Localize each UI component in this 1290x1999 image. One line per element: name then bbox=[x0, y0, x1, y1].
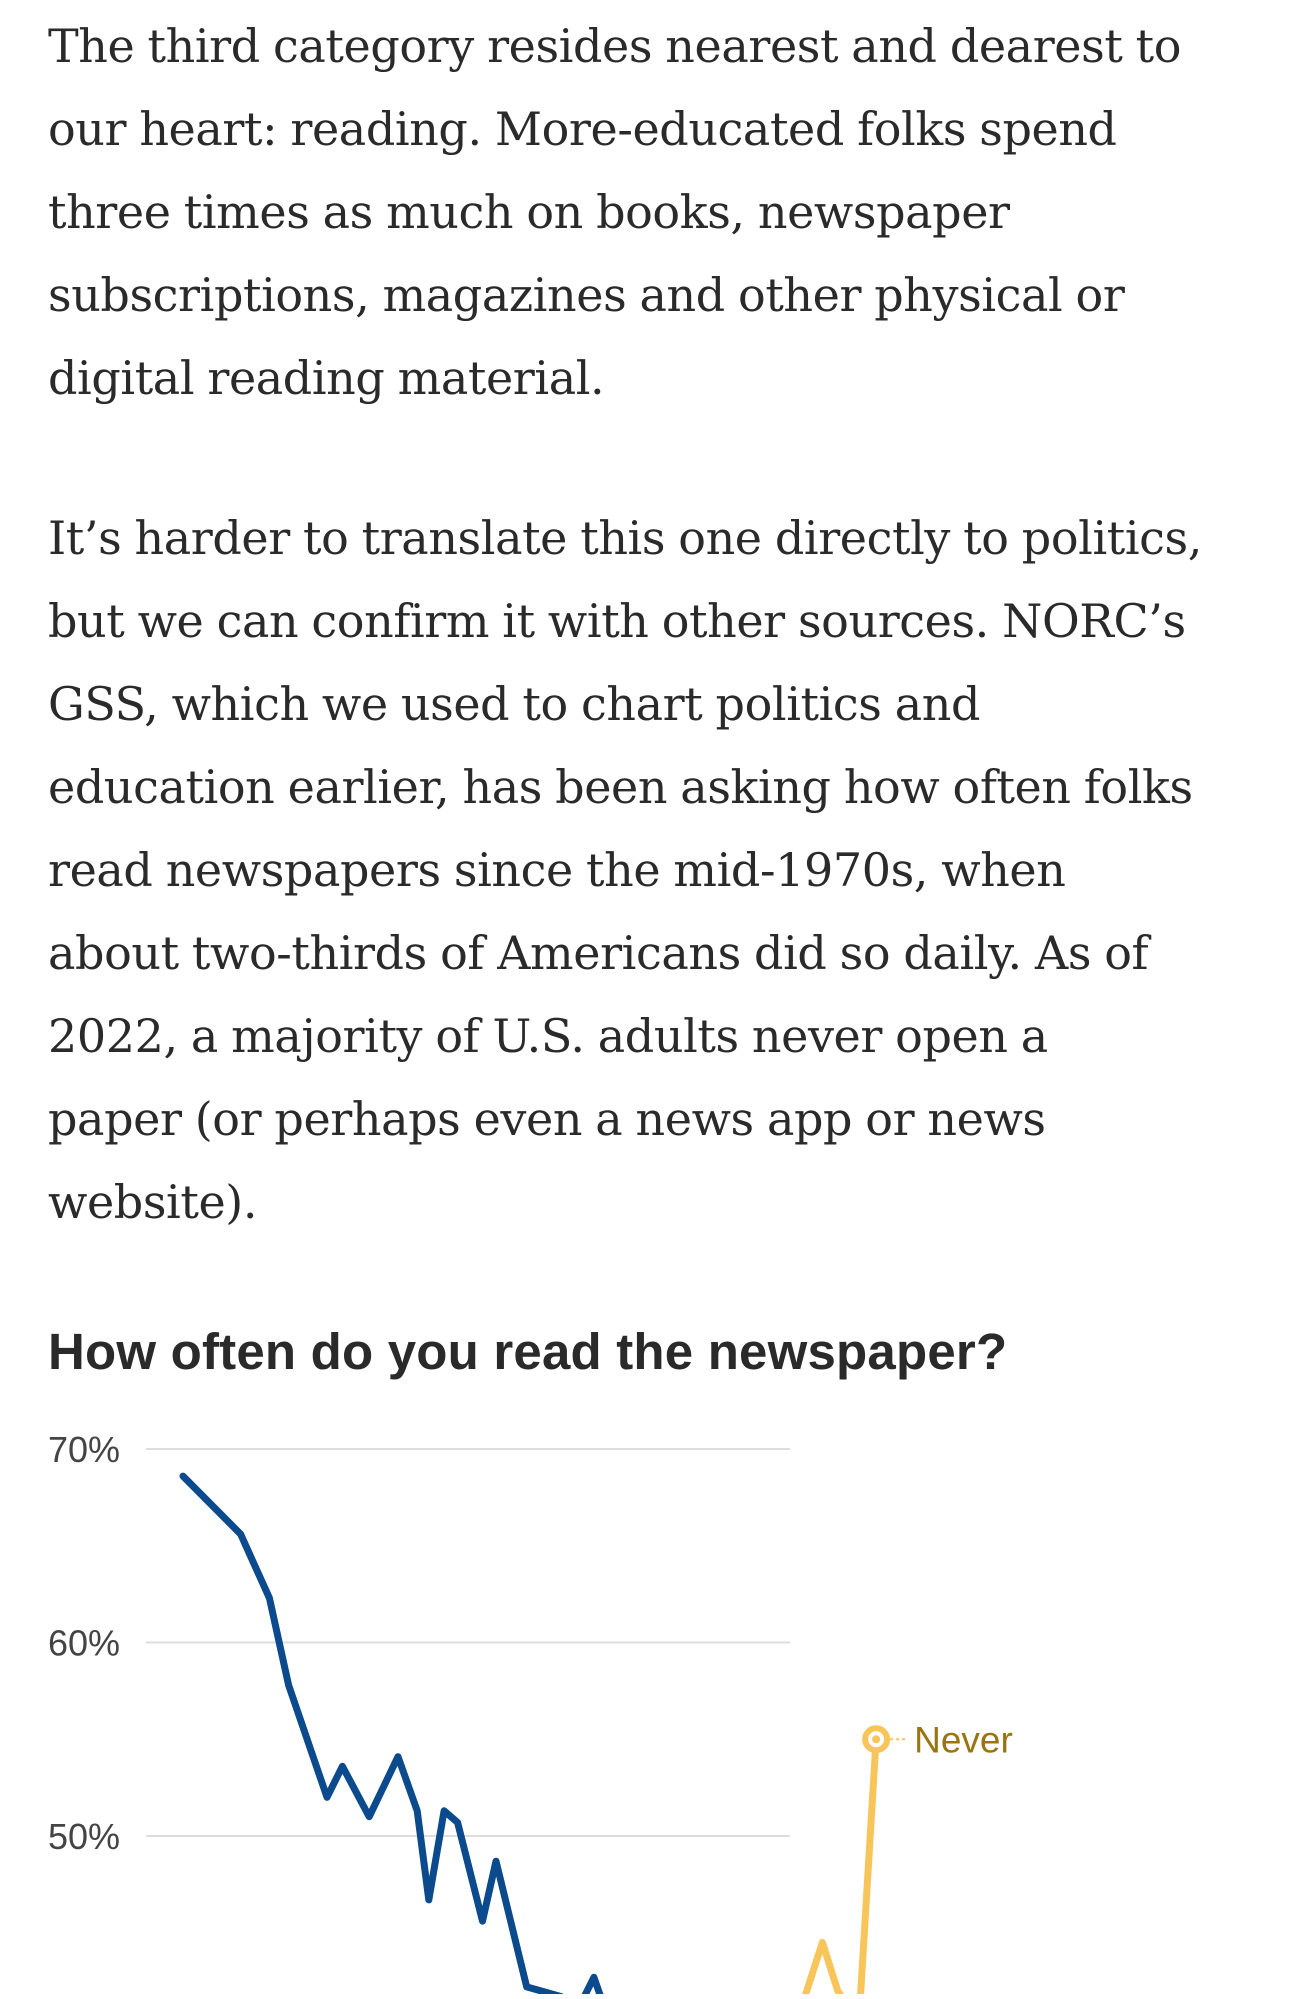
series-label: Never bbox=[914, 1719, 1013, 1760]
series-line bbox=[800, 1735, 880, 1999]
newspaper-reading-chart: 70% 60% 50% Never bbox=[48, 1429, 1013, 1999]
y-tick-label: 50% bbox=[48, 1816, 120, 1857]
series-line bbox=[179, 1472, 606, 1999]
chart-gridlines bbox=[146, 1448, 790, 1837]
chart-series: Never bbox=[179, 1472, 1013, 1999]
y-axis-ticks: 70% 60% 50% bbox=[48, 1429, 120, 1857]
series-end-dot bbox=[872, 1735, 881, 1744]
chart-container: 70% 60% 50% Never bbox=[0, 0, 1290, 1999]
y-tick-label: 70% bbox=[48, 1429, 120, 1470]
y-tick-label: 60% bbox=[48, 1623, 120, 1664]
